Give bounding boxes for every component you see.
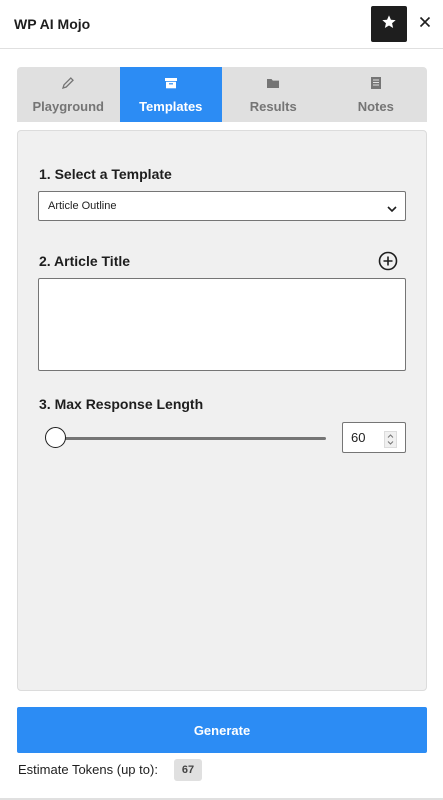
tab-templates[interactable]: Templates <box>119 67 222 122</box>
pencil-icon <box>61 76 75 93</box>
template-form-panel: 1. Select a Template Article Outline 2. … <box>17 130 427 691</box>
close-button[interactable] <box>414 13 436 35</box>
generate-button[interactable]: Generate <box>17 707 427 753</box>
tab-label: Results <box>249 99 297 114</box>
star-icon <box>381 14 397 35</box>
tab-bar: Playground Templates Results Notes <box>17 67 427 122</box>
template-select-value: Article Outline <box>48 200 117 212</box>
stepper-arrows-icon[interactable] <box>384 429 397 448</box>
tab-label: Templates <box>139 99 203 114</box>
estimate-tokens-badge: 67 <box>174 759 202 781</box>
tab-label: Playground <box>32 99 104 114</box>
chevron-down-icon <box>385 199 399 227</box>
app-title: WP AI Mojo <box>14 16 91 32</box>
article-title-label: 2. Article Title <box>39 253 131 269</box>
article-title-input[interactable] <box>38 278 406 371</box>
tab-label: Notes <box>357 99 394 114</box>
tab-playground[interactable]: Playground <box>17 67 120 122</box>
max-length-slider-thumb[interactable] <box>45 427 66 448</box>
plus-circle-icon <box>377 251 399 276</box>
max-length-label: 3. Max Response Length <box>39 396 204 412</box>
max-length-slider-track[interactable] <box>56 437 326 440</box>
close-icon <box>419 15 431 33</box>
template-select-label: 1. Select a Template <box>39 166 172 182</box>
estimate-tokens-label: Estimate Tokens (up to): <box>18 762 158 777</box>
folder-icon <box>266 76 280 93</box>
tab-results[interactable]: Results <box>222 67 325 122</box>
tab-notes[interactable]: Notes <box>325 67 428 122</box>
add-button[interactable] <box>377 250 399 272</box>
max-length-value: 60 <box>351 430 366 445</box>
template-select[interactable]: Article Outline <box>38 191 406 221</box>
archive-box-icon <box>164 76 178 93</box>
favorite-button[interactable] <box>371 6 407 42</box>
document-icon <box>369 76 383 93</box>
app-header: WP AI Mojo <box>0 0 443 49</box>
max-length-input[interactable]: 60 <box>342 422 406 453</box>
